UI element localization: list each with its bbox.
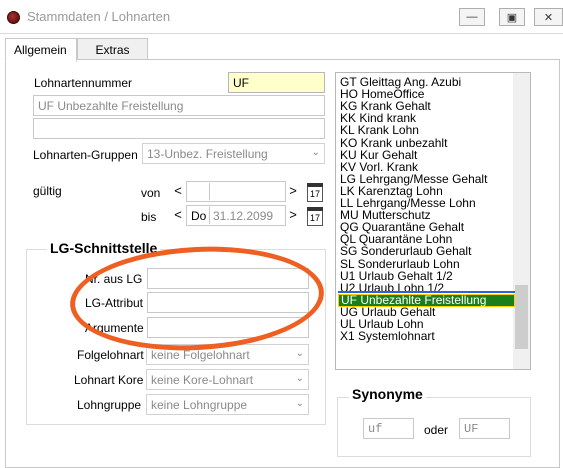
folgelohnart-label: Folgelohnart: [77, 348, 144, 362]
oder-label: oder: [424, 423, 449, 437]
bis-date-input[interactable]: Do 31.12.2099: [186, 205, 286, 226]
von-date-input[interactable]: [186, 181, 286, 202]
lohnarten-gruppen-select[interactable]: 13-Unbez. Freistellung ⌄: [142, 143, 325, 164]
von-divider: [209, 183, 210, 200]
close-button[interactable]: ✕: [534, 8, 563, 26]
bis-next-button[interactable]: >: [286, 205, 300, 225]
bis-day: Do: [191, 209, 207, 223]
chevron-down-icon: ⌄: [295, 348, 304, 359]
lohnart-kore-label: Lohnart Kore: [74, 373, 144, 387]
von-calendar-icon[interactable]: 17: [307, 183, 323, 202]
lohnart-kore-value: keine Kore-Lohnart: [151, 373, 254, 387]
bis-calendar-icon[interactable]: 17: [307, 207, 323, 226]
argumente-input[interactable]: [147, 317, 309, 338]
lohnartennummer-input[interactable]: UF: [228, 72, 325, 93]
chevron-down-icon: ⌄: [295, 373, 304, 384]
lohnarten-list[interactable]: GT Gleittag Ang. Azubi HO HomeOffice KG Kr…: [335, 72, 531, 370]
bis-prev-button[interactable]: <: [171, 205, 185, 225]
chevron-down-icon: ⌄: [295, 398, 304, 409]
bis-label: bis: [141, 210, 157, 224]
lohngruppe-value: keine Lohngruppe: [151, 398, 248, 412]
tab-extras[interactable]: Extras: [77, 38, 148, 60]
synonym-lower-input[interactable]: uf: [363, 418, 414, 439]
argumente-label: Argumente: [85, 321, 144, 335]
chevron-down-icon: ⌄: [311, 147, 320, 158]
synonym-upper-input[interactable]: UF: [459, 418, 510, 439]
gueltig-label: gültig: [33, 184, 62, 198]
bis-date: 31.12.2099: [213, 209, 274, 223]
lohnarten-gruppen-label: Lohnarten-Gruppen: [33, 148, 138, 162]
lohngruppe-select[interactable]: keine Lohngruppe ⌄: [146, 394, 309, 415]
scrollbar-thumb[interactable]: [515, 285, 528, 349]
bis-divider: [209, 207, 210, 224]
lg-schnittstelle-title: LG-Schnittstelle: [47, 240, 161, 256]
synonyme-title: Synonyme: [349, 386, 426, 402]
list-item[interactable]: X1 Systemlohnart: [340, 330, 435, 343]
von-prev-button[interactable]: <: [171, 181, 185, 201]
zusatz-input[interactable]: [33, 118, 325, 139]
lohnartennummer-label: Lohnartennummer: [34, 76, 133, 90]
folgelohnart-value: keine Folgelohnart: [151, 348, 250, 362]
lohngruppe-label: Lohngruppe: [77, 398, 142, 412]
bezeichnung-input[interactable]: UF Unbezahlte Freistellung: [33, 95, 325, 116]
nr-aus-lg-input[interactable]: [147, 268, 309, 289]
nr-aus-lg-label: Nr. aus LG: [85, 272, 143, 286]
tab-allgemein[interactable]: Allgemein: [5, 38, 77, 62]
list-scrollbar[interactable]: [513, 73, 530, 369]
window-title: Stammdaten / Lohnarten: [27, 9, 171, 24]
minimize-button[interactable]: —: [459, 8, 485, 26]
title-bar: Stammdaten / Lohnarten — ▣ ✕: [0, 0, 563, 34]
folgelohnart-select[interactable]: keine Folgelohnart ⌄: [146, 344, 309, 365]
von-next-button[interactable]: >: [286, 181, 300, 201]
von-label: von: [141, 186, 161, 200]
selection-focus-line: [338, 290, 515, 293]
lohnart-kore-select[interactable]: keine Kore-Lohnart ⌄: [146, 369, 309, 390]
lg-attribut-input[interactable]: [147, 292, 309, 313]
lg-attribut-label: LG-Attribut: [85, 296, 144, 310]
maximize-button[interactable]: ▣: [499, 8, 525, 26]
lohnarten-gruppen-value: 13-Unbez. Freistellung: [147, 147, 268, 161]
app-icon: [7, 11, 20, 24]
